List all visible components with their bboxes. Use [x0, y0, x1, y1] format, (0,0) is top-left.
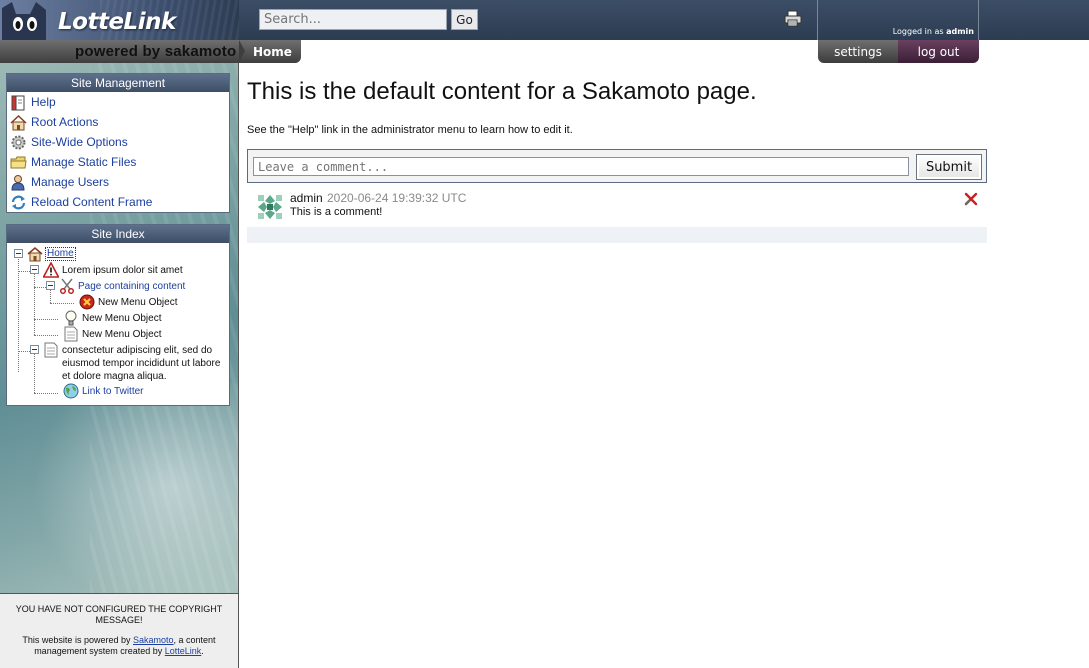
- site-index-title: Site Index: [7, 225, 229, 243]
- comment-input[interactable]: [253, 157, 909, 176]
- login-prefix: Logged in as: [892, 27, 944, 36]
- tree-connector: [18, 351, 30, 352]
- tree-item-label: New Menu Object: [82, 329, 162, 340]
- tree-item-label: Lorem ipsum dolor sit amet: [62, 265, 183, 276]
- comment-form: Submit: [247, 149, 987, 183]
- tree-item-label: Link to Twitter: [82, 386, 144, 397]
- page-title: This is the default content for a Sakamo…: [247, 78, 757, 105]
- comment-item: admin 2020-06-24 19:39:32 UTC This is a …: [247, 188, 987, 243]
- user-icon: [11, 174, 25, 190]
- tree-item-label: New Menu Object: [98, 297, 178, 308]
- error-icon: [79, 294, 95, 310]
- sidebar-item-help[interactable]: Help: [7, 92, 229, 112]
- tree-connector: [34, 335, 58, 336]
- tree-connector: [34, 271, 35, 335]
- house-icon: [10, 114, 27, 130]
- sidebar-item-root-actions[interactable]: Root Actions: [7, 112, 229, 132]
- comment-author: admin: [290, 191, 323, 205]
- delete-comment-icon[interactable]: [964, 192, 978, 206]
- sidebar-item-label: Reload Content Frame: [31, 195, 153, 209]
- tab-settings[interactable]: settings: [818, 40, 898, 63]
- page-icon: [44, 342, 58, 358]
- tree-item-new-menu-object-3[interactable]: New Menu Object: [59, 326, 161, 342]
- sidebar-item-label: Help: [31, 95, 56, 109]
- gear-icon: [11, 135, 26, 149]
- avatar: [256, 193, 284, 221]
- lightbulb-icon: [65, 310, 77, 326]
- tab-logout[interactable]: log out: [898, 40, 979, 63]
- copyright-warning: YOU HAVE NOT CONFIGURED THE COPYRIGHT ME…: [15, 604, 223, 625]
- footer: YOU HAVE NOT CONFIGURED THE COPYRIGHT ME…: [0, 593, 239, 668]
- sidebar-item-label: Manage Users: [31, 175, 110, 189]
- print-icon[interactable]: [784, 10, 802, 27]
- brand-tagline: powered by sakamoto: [75, 43, 237, 60]
- warning-icon: [43, 262, 59, 278]
- site-management-panel: Site Management Help Root Actions Site-W…: [6, 73, 230, 213]
- sidebar-item-label: Site-Wide Options: [31, 135, 128, 149]
- page-text: See the "Help" link in the administrator…: [247, 124, 573, 136]
- lottelink-link[interactable]: LotteLink: [165, 646, 202, 656]
- scissors-icon: [59, 278, 75, 294]
- tree-item-new-menu-object-1[interactable]: New Menu Object: [75, 294, 177, 310]
- sidebar-item-label: Manage Static Files: [31, 155, 137, 169]
- site-management-title: Site Management: [7, 74, 229, 92]
- tab-home[interactable]: Home: [239, 40, 301, 63]
- sidebar-item-site-wide-options[interactable]: Site-Wide Options: [7, 132, 229, 152]
- tree-item-consectetur[interactable]: consectetur adipiscing elit, sed do eius…: [30, 342, 226, 383]
- tree-item-label[interactable]: Home: [45, 247, 76, 261]
- submit-button[interactable]: Submit: [916, 154, 982, 180]
- book-icon: [11, 95, 25, 110]
- login-user: admin: [946, 27, 974, 36]
- comment-text: This is a comment!: [290, 206, 383, 218]
- folder-icon: [10, 156, 27, 168]
- collapse-toggle-icon[interactable]: [14, 249, 23, 258]
- tree-connector: [34, 287, 46, 288]
- site-index-panel: Site Index Home Lorem ipsum dolor sit am…: [6, 224, 230, 406]
- house-icon: [27, 247, 43, 262]
- tree-connector: [50, 303, 74, 304]
- login-status-box: Logged in as admin: [817, 0, 979, 40]
- globe-icon: [63, 383, 79, 399]
- collapse-toggle-icon[interactable]: [30, 345, 39, 354]
- brand-logo[interactable]: LotteLink powered by sakamoto: [0, 0, 239, 63]
- site-index-tree: Home Lorem ipsum dolor sit amet Page con…: [7, 243, 229, 405]
- refresh-icon: [11, 195, 26, 209]
- tree-item-home[interactable]: Home: [14, 246, 76, 262]
- collapse-toggle-icon[interactable]: [30, 265, 39, 274]
- login-status: Logged in as admin: [893, 27, 974, 36]
- tree-item-link-to-twitter[interactable]: Link to Twitter: [59, 383, 144, 399]
- tree-item-new-menu-object-2[interactable]: New Menu Object: [59, 310, 161, 326]
- tree-item-label: Page containing content: [78, 281, 186, 292]
- tree-connector: [34, 393, 58, 394]
- sidebar: Site Management Help Root Actions Site-W…: [0, 63, 239, 593]
- sidebar-item-reload-content-frame[interactable]: Reload Content Frame: [7, 192, 229, 212]
- sidebar-item-manage-users[interactable]: Manage Users: [7, 172, 229, 192]
- tree-connector: [18, 255, 19, 372]
- powered-prefix: This website is powered by: [22, 635, 131, 645]
- search-input[interactable]: [259, 9, 447, 30]
- tree-connector: [18, 271, 30, 272]
- tree-connector: [34, 319, 58, 320]
- sidebar-item-manage-static-files[interactable]: Manage Static Files: [7, 152, 229, 172]
- sidebar-background-swirl: [10, 383, 238, 593]
- tree-item-label: New Menu Object: [82, 313, 162, 324]
- collapse-toggle-icon[interactable]: [46, 281, 55, 290]
- sidebar-item-label: Root Actions: [31, 115, 99, 129]
- tree-item-label: consectetur adipiscing elit, sed do eius…: [62, 345, 221, 382]
- sakamoto-link[interactable]: Sakamoto: [133, 635, 174, 645]
- page-icon: [64, 326, 78, 342]
- powered-by-text: This website is powered by Sakamoto, a c…: [8, 635, 230, 657]
- tree-item-page-containing-content[interactable]: Page containing content: [46, 278, 185, 294]
- tree-item-lorem[interactable]: Lorem ipsum dolor sit amet: [30, 262, 183, 278]
- go-button[interactable]: Go: [451, 9, 478, 30]
- comment-footer-strip: [247, 227, 987, 243]
- brand-name: LotteLink: [58, 9, 176, 35]
- powered-suffix: .: [201, 646, 204, 656]
- comment-date: 2020-06-24 19:39:32 UTC: [327, 191, 467, 205]
